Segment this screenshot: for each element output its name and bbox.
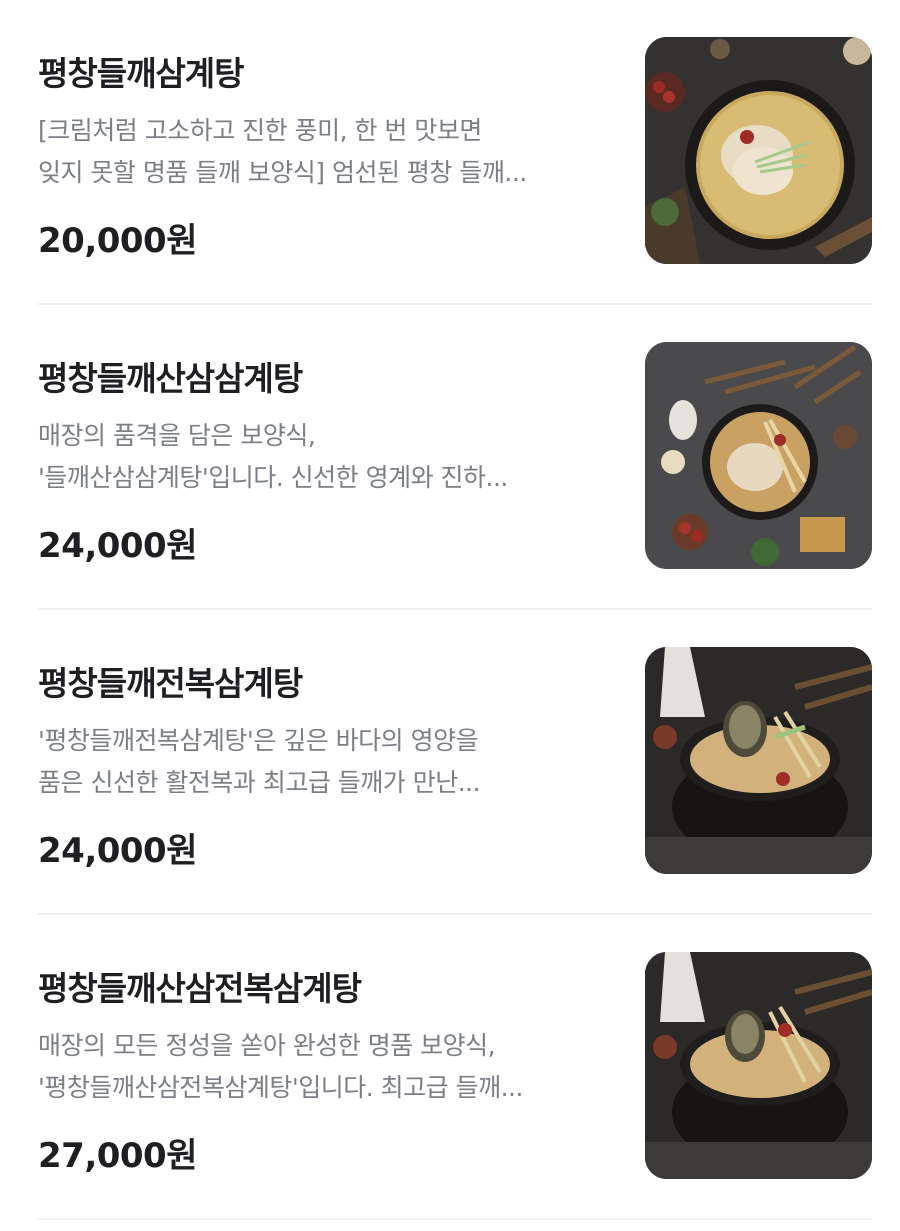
divider (38, 1218, 872, 1220)
menu-item-description: 매장의 모든 정성을 쏟아 완성한 명품 보양식, '평창들깨산삼전복삼계탕'입… (38, 1025, 618, 1109)
menu-item-photo[interactable] (645, 952, 872, 1179)
menu-item-title: 평창들깨산삼삼계탕 (38, 359, 303, 398)
samgyetang-bowl-image (645, 952, 872, 1179)
samgyetang-bowl-image (645, 647, 872, 874)
samgyetang-bowl-image (645, 342, 872, 569)
menu-item-photo[interactable] (645, 37, 872, 264)
menu-item-price: 24,000원 (38, 526, 197, 566)
menu-item[interactable]: 평창들깨삼계탕 [크림처럼 고소하고 진한 풍미, 한 번 맛보면 잊지 못할 … (0, 0, 900, 305)
menu-item-description-line: 매장의 품격을 담은 보양식, (38, 421, 316, 450)
menu-item-price: 24,000원 (38, 831, 197, 871)
menu-item-title: 평창들깨삼계탕 (38, 54, 245, 93)
menu-item-description-line: '평창들깨산삼전복삼계탕'입니다. 최고급 들깨... (38, 1073, 523, 1102)
menu-item-description-line: 잊지 못할 명품 들깨 보양식] 엄선된 평창 들깨... (38, 158, 527, 187)
samgyetang-bowl-image (645, 37, 872, 264)
menu-item-photo[interactable] (645, 342, 872, 569)
menu-item-title: 평창들깨산삼전복삼계탕 (38, 969, 362, 1008)
menu-list: 평창들깨삼계탕 [크림처럼 고소하고 진한 풍미, 한 번 맛보면 잊지 못할 … (0, 0, 900, 1231)
menu-item-description-line: 품은 신선한 활전복과 최고급 들깨가 만난... (38, 768, 481, 797)
menu-item-description-line: 매장의 모든 정성을 쏟아 완성한 명품 보양식, (38, 1031, 496, 1060)
menu-item-description-line: [크림처럼 고소하고 진한 풍미, 한 번 맛보면 (38, 116, 482, 145)
menu-item-description-line: '평창들깨전복삼계탕'은 깊은 바다의 영양을 (38, 726, 479, 755)
menu-item-description: 매장의 품격을 담은 보양식, '들깨산삼삼계탕'입니다. 신선한 영계와 진하… (38, 415, 618, 499)
menu-item-description-line: '들깨산삼삼계탕'입니다. 신선한 영계와 진하... (38, 463, 508, 492)
menu-item-price: 27,000원 (38, 1136, 197, 1176)
menu-item-title: 평창들깨전복삼계탕 (38, 664, 303, 703)
menu-item-photo[interactable] (645, 647, 872, 874)
menu-item[interactable]: 평창들깨산삼삼계탕 매장의 품격을 담은 보양식, '들깨산삼삼계탕'입니다. … (0, 305, 900, 610)
menu-item[interactable]: 평창들깨산삼전복삼계탕 매장의 모든 정성을 쏟아 완성한 명품 보양식, '평… (0, 915, 900, 1220)
menu-item-price: 20,000원 (38, 221, 197, 261)
menu-item[interactable]: 평창들깨전복삼계탕 '평창들깨전복삼계탕'은 깊은 바다의 영양을 품은 신선한… (0, 610, 900, 915)
menu-item-description: '평창들깨전복삼계탕'은 깊은 바다의 영양을 품은 신선한 활전복과 최고급 … (38, 720, 618, 804)
menu-item-description: [크림처럼 고소하고 진한 풍미, 한 번 맛보면 잊지 못할 명품 들깨 보양… (38, 110, 618, 194)
